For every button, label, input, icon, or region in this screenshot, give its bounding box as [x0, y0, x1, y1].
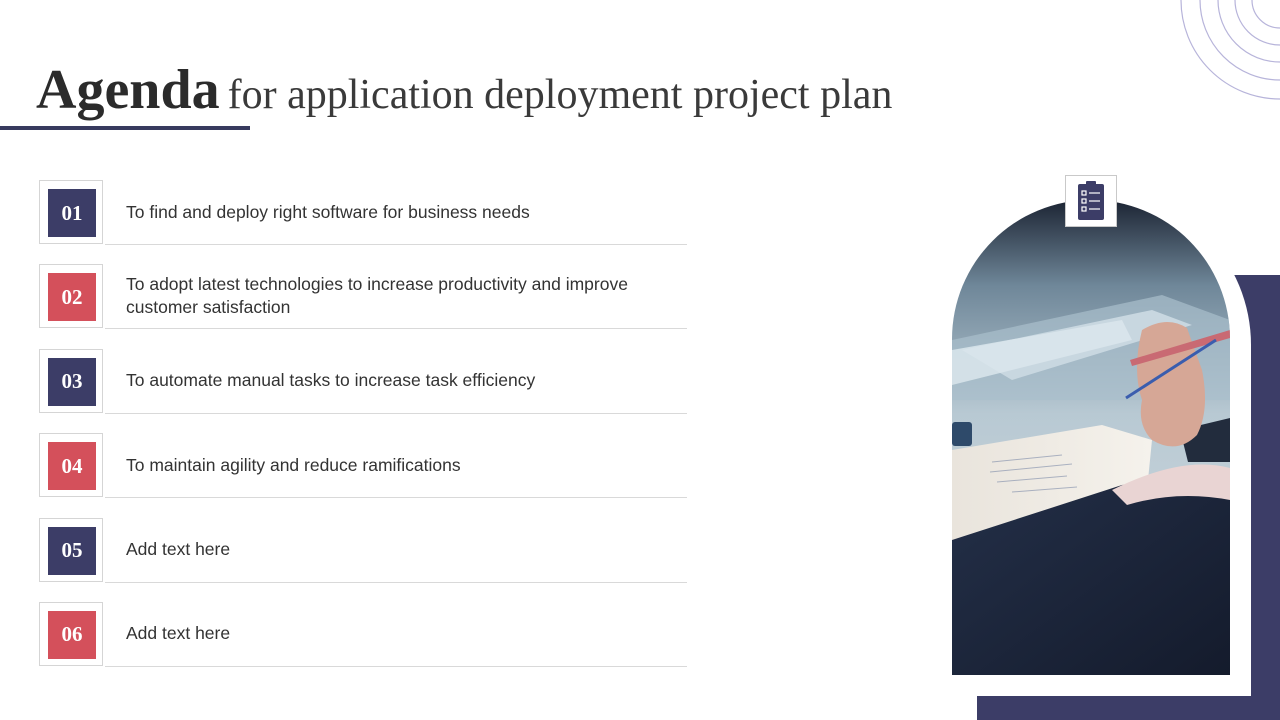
- title-bold: Agenda: [36, 59, 220, 121]
- concentric-circles-decoration: [1180, 0, 1280, 100]
- number-badge: 03: [48, 357, 96, 406]
- number-badge: 01: [48, 189, 96, 237]
- agenda-item-text: Add text here: [126, 539, 231, 560]
- number-box: 06: [39, 601, 103, 666]
- agenda-item-04: 04 To maintain agility and reduce ramifi…: [39, 433, 689, 517]
- page-title: Agenda for application deployment project…: [36, 58, 892, 122]
- divider: [105, 581, 687, 583]
- number-box: 02: [39, 264, 103, 329]
- number-box: 05: [39, 517, 103, 582]
- agenda-list: 01 To find and deploy right software for…: [39, 180, 689, 686]
- divider: [105, 665, 687, 667]
- number-badge: 04: [48, 442, 96, 491]
- agenda-item-text: Add text here: [126, 623, 231, 644]
- number-badge: 06: [48, 610, 96, 659]
- number-box: 04: [39, 433, 103, 498]
- number-box: 01: [39, 180, 103, 244]
- divider: [105, 328, 687, 330]
- agenda-item-02: 02 To adopt latest technologies to incre…: [39, 264, 689, 348]
- agenda-item-text: To find and deploy right software for bu…: [126, 201, 530, 222]
- divider: [105, 244, 687, 245]
- agenda-item-03: 03 To automate manual tasks to increase …: [39, 348, 689, 433]
- title-underline: [0, 126, 250, 130]
- agenda-item-01: 01 To find and deploy right software for…: [39, 180, 689, 264]
- number-badge: 05: [48, 526, 96, 575]
- agenda-item-text: To adopt latest technologies to increase…: [126, 274, 628, 318]
- divider: [105, 412, 687, 414]
- agenda-item-text: To maintain agility and reduce ramificat…: [126, 454, 461, 475]
- clipboard-checklist-icon: [1065, 175, 1117, 227]
- business-photo: [952, 200, 1230, 675]
- number-badge: 02: [48, 273, 96, 322]
- agenda-item-06: 06 Add text here: [39, 601, 689, 686]
- agenda-item-05: 05 Add text here: [39, 517, 689, 602]
- agenda-item-text: To automate manual tasks to increase tas…: [126, 370, 536, 391]
- divider: [105, 497, 687, 499]
- title-rest: for application deployment project plan: [227, 72, 893, 118]
- photo-illustration: [952, 200, 1230, 675]
- number-box: 03: [39, 348, 103, 413]
